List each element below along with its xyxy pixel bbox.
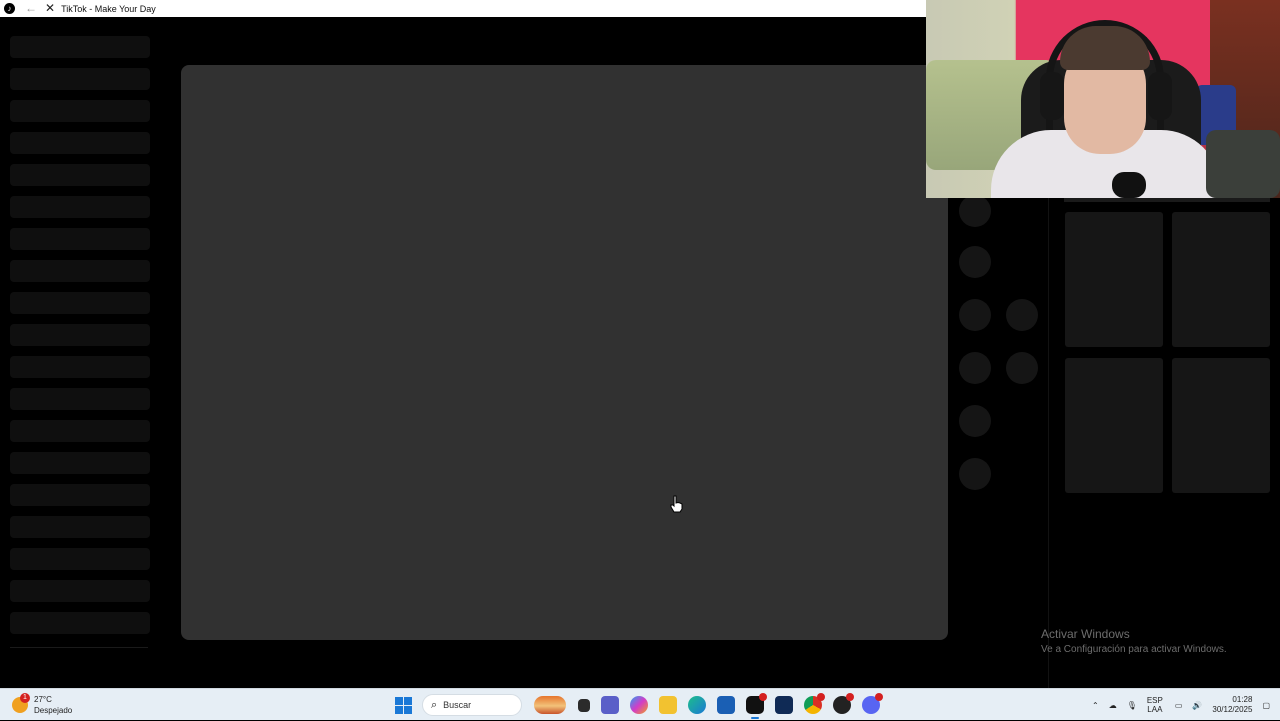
webcam-microphone — [1112, 172, 1146, 198]
action-circle-placeholder — [959, 352, 991, 384]
webcam-overlay — [926, 0, 1280, 198]
stop-loading-button[interactable]: ✕ — [45, 0, 55, 17]
sidebar-skeleton-row — [10, 452, 150, 474]
video-tile-placeholder[interactable] — [1065, 212, 1163, 347]
weather-temp: 27°C — [34, 695, 52, 704]
microphone-icon[interactable]: 🎙 — [1127, 701, 1137, 710]
photoshop-icon[interactable] — [775, 696, 793, 714]
store-icon[interactable] — [717, 696, 735, 714]
sidebar-skeleton-row — [10, 196, 150, 218]
search-placeholder: Buscar — [443, 700, 472, 710]
onedrive-icon[interactable]: ☁ — [1109, 701, 1117, 710]
teams-icon[interactable] — [601, 696, 619, 714]
taskbar-apps: ⌕ Buscar — [395, 693, 891, 719]
sidebar-skeleton-row — [10, 164, 150, 186]
volume-icon[interactable]: 🔊 — [1192, 701, 1202, 710]
weather-widget[interactable]: 1 27°C Despejado — [12, 693, 73, 716]
sidebar-skeleton-row — [10, 228, 150, 250]
action-circle-placeholder — [959, 195, 991, 227]
window-titlebar: ♪ ← ✕ TikTok - Make Your Day — [0, 0, 926, 17]
weather-condition: Despejado — [34, 706, 73, 715]
file-explorer-icon[interactable] — [659, 696, 677, 714]
sidebar-skeleton-row — [10, 68, 150, 90]
webcam-shelf — [1206, 130, 1280, 198]
network-icon[interactable]: ▭ — [1175, 701, 1183, 710]
notification-badge — [875, 693, 883, 701]
hand-cursor-icon — [670, 495, 683, 513]
sidebar-skeleton-row — [10, 420, 150, 442]
active-indicator — [751, 717, 759, 719]
weather-badge: 1 — [20, 693, 30, 703]
obs-icon[interactable] — [833, 693, 854, 714]
action-circle-placeholder — [959, 299, 991, 331]
action-circle-placeholder — [1006, 299, 1038, 331]
video-tile-placeholder[interactable] — [1172, 212, 1270, 347]
sidebar-skeleton-row — [10, 516, 150, 538]
activate-windows-watermark: Activar Windows Ve a Configuración para … — [1041, 627, 1227, 655]
system-tray: ⌃ ☁ 🎙 ESP LAA ▭ 🔊 01:28 30/12/2025 ▢ — [1092, 689, 1280, 721]
notification-badge — [846, 693, 854, 701]
language-indicator[interactable]: ESP LAA — [1147, 696, 1163, 714]
sidebar-skeleton-row — [10, 548, 150, 570]
sidebar-divider — [10, 647, 148, 648]
right-panel-border — [1048, 198, 1049, 688]
window-title: TikTok - Make Your Day — [61, 3, 156, 14]
video-placeholder[interactable] — [181, 65, 948, 640]
notifications-icon[interactable]: ▢ — [1262, 701, 1270, 710]
sidebar-skeleton-row — [10, 324, 150, 346]
weather-sun-icon: 1 — [12, 693, 30, 713]
action-circle-placeholder — [959, 458, 991, 490]
watermark-title: Activar Windows — [1041, 627, 1130, 641]
copilot-icon[interactable] — [630, 696, 648, 714]
tiktok-icon[interactable] — [746, 693, 767, 719]
sidebar-skeleton-row — [10, 36, 150, 58]
webcam-headset-ear — [1148, 72, 1172, 120]
sidebar-skeleton-row — [10, 580, 150, 602]
sidebar-skeleton-row — [10, 612, 150, 634]
clock-date: 30/12/2025 — [1212, 705, 1253, 714]
clock[interactable]: 01:28 30/12/2025 — [1212, 695, 1252, 715]
sidebar-skeleton — [10, 36, 150, 644]
action-circle-placeholder — [959, 246, 991, 278]
webcam-headset-ear — [1040, 72, 1064, 120]
sidebar-skeleton-row — [10, 356, 150, 378]
taskbar: 1 27°C Despejado ⌕ Buscar ⌃ ☁ 🎙 ESP LAA … — [0, 688, 1280, 720]
sidebar-skeleton-row — [10, 292, 150, 314]
discord-icon[interactable] — [862, 693, 883, 714]
sidebar-skeleton-row — [10, 132, 150, 154]
language-code: ESP — [1146, 696, 1163, 705]
notification-badge — [817, 693, 825, 701]
news-widget-icon[interactable] — [534, 696, 566, 714]
sidebar-skeleton-row — [10, 484, 150, 506]
back-button[interactable]: ← — [25, 0, 37, 17]
sidebar-skeleton-row — [10, 388, 150, 410]
notification-badge — [759, 693, 767, 701]
keyboard-layout: LAA — [1147, 705, 1163, 714]
chrome-icon[interactable] — [804, 693, 825, 714]
taskbar-search[interactable]: ⌕ Buscar — [422, 694, 522, 716]
clock-time: 01:28 — [1232, 695, 1253, 704]
video-tile-placeholder[interactable] — [1065, 358, 1163, 493]
watermark-subtitle: Ve a Configuración para activar Windows. — [1041, 644, 1227, 655]
task-view-icon[interactable] — [578, 698, 590, 712]
edge-icon[interactable] — [688, 696, 706, 714]
tiktok-logo-icon: ♪ — [4, 3, 15, 14]
windows-start-icon[interactable] — [395, 696, 412, 714]
right-panel-header-placeholder — [1064, 198, 1270, 202]
sidebar-skeleton-row — [10, 260, 150, 282]
action-circle-placeholder — [959, 405, 991, 437]
sidebar-skeleton-row — [10, 100, 150, 122]
video-tile-placeholder[interactable] — [1172, 358, 1270, 493]
chevron-up-icon[interactable]: ⌃ — [1092, 701, 1099, 710]
action-circle-placeholder — [1006, 352, 1038, 384]
search-icon: ⌕ — [431, 698, 438, 711]
